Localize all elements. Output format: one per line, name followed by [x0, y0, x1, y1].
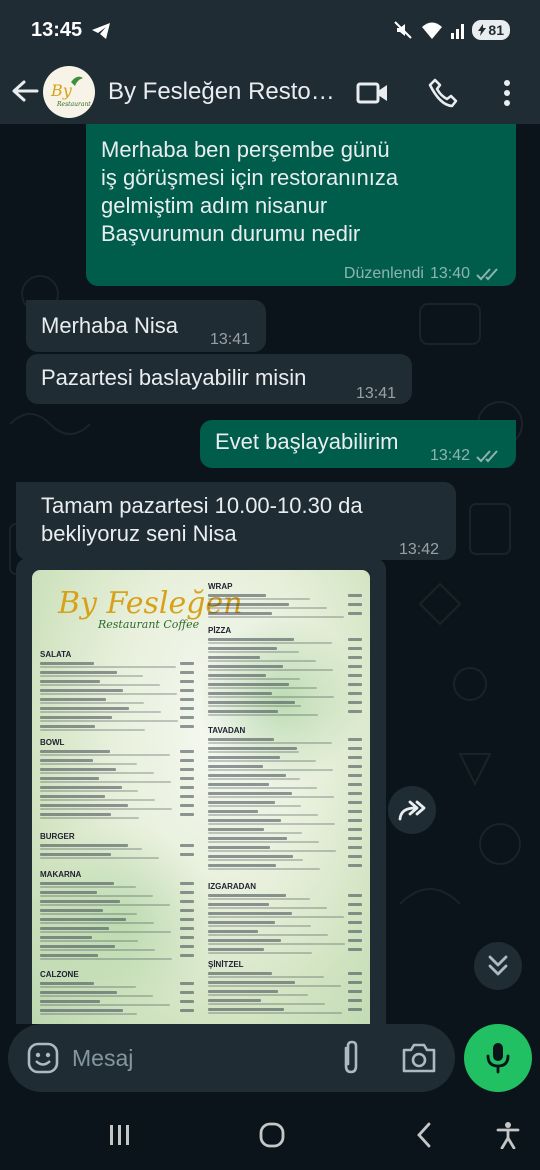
restaurant-logo-icon: ByRestaurant: [45, 68, 93, 116]
more-options-button[interactable]: [488, 74, 526, 112]
status-time: 13:45: [31, 19, 83, 41]
emoji-icon[interactable]: [26, 1041, 60, 1075]
battery-indicator: 81: [472, 20, 510, 40]
video-call-icon: [356, 82, 387, 104]
message-input[interactable]: [72, 1038, 312, 1078]
system-nav-bar: [0, 1100, 540, 1170]
home-icon: [259, 1122, 285, 1148]
double-chevron-down-icon: [488, 955, 508, 976]
menu-section-heading: CALZONE: [40, 970, 79, 979]
image-message[interactable]: By Fesleğen Restaurant Coffee SALATA BOWL…: [16, 558, 386, 1024]
menu-section-heading: BURGER: [40, 832, 75, 841]
contact-name[interactable]: By Fesleğen Resto…: [108, 78, 335, 106]
message-incoming[interactable]: Merhaba Nisa 13:41: [26, 300, 266, 352]
scroll-to-bottom-button[interactable]: [474, 942, 522, 990]
message-meta: 13:41: [210, 326, 250, 354]
message-text: Pazartesi baslayabilir misin: [41, 365, 307, 390]
arrow-left-icon: [12, 80, 39, 102]
menu-section-heading: TAVADAN: [208, 726, 246, 735]
home-button[interactable]: [254, 1118, 290, 1152]
message-text: Merhaba ben perşembe günü iş görüşmesi i…: [101, 137, 399, 246]
voice-message-button[interactable]: [464, 1024, 532, 1092]
microphone-icon: [486, 1043, 510, 1074]
message-input-box[interactable]: [8, 1024, 455, 1092]
menu-image[interactable]: By Fesleğen Restaurant Coffee SALATA BOWL…: [32, 570, 370, 1024]
double-check-icon: [476, 450, 498, 463]
mute-icon: [394, 21, 413, 39]
menu-section-heading: PİZZA: [208, 626, 232, 635]
chat-area[interactable]: Merhaba ben perşembe günü iş görüşmesi i…: [0, 124, 540, 1024]
chat-header: By Restaurant By Fesleğen Resto…: [0, 62, 540, 124]
message-text: Tamam pazartesi 10.00-10.30 da bekliyoru…: [41, 493, 363, 546]
message-meta: 13:41: [356, 380, 396, 408]
svg-text:By: By: [50, 81, 73, 100]
bolt-icon: [478, 24, 487, 36]
signal-icon: [451, 24, 465, 39]
recents-icon: [110, 1125, 129, 1145]
recent-apps-button[interactable]: [102, 1118, 138, 1152]
message-time: 13:42: [429, 447, 470, 464]
message-incoming[interactable]: Tamam pazartesi 10.00-10.30 da bekliyoru…: [16, 482, 456, 560]
attach-icon[interactable]: [334, 1040, 368, 1076]
back-nav-button[interactable]: [406, 1118, 442, 1152]
message-outgoing[interactable]: Merhaba ben perşembe günü iş görüşmesi i…: [86, 124, 516, 286]
camera-icon[interactable]: [400, 1040, 438, 1076]
double-check-icon: [476, 268, 498, 281]
svg-text:Restaurant: Restaurant: [56, 101, 91, 108]
status-icons: 81: [393, 20, 510, 40]
message-time: 13:41: [356, 385, 397, 402]
forward-icon: [398, 800, 426, 821]
menu-section-heading: SALATA: [40, 650, 72, 659]
menu-section-heading: BOWL: [40, 738, 65, 747]
message-text: Merhaba Nisa: [41, 313, 178, 338]
wifi-icon: [422, 22, 443, 39]
message-meta: 13:42: [399, 536, 439, 564]
message-time: 13:42: [399, 541, 440, 558]
menu-section-heading: MAKARNA: [40, 870, 82, 879]
back-button[interactable]: [10, 76, 40, 106]
edited-label: Düzenlendi: [343, 265, 424, 282]
menu-section-heading: WRAP: [208, 582, 233, 591]
menu-section-heading: IZGARADAN: [208, 882, 256, 891]
battery-level: 81: [488, 22, 504, 38]
forward-button[interactable]: [388, 786, 436, 834]
message-time: 13:40: [429, 265, 470, 282]
menu-section-heading: ŞİNİTZEL: [208, 960, 244, 969]
phone-icon: [428, 78, 458, 108]
message-meta: Düzenlendi 13:40: [344, 260, 502, 288]
chevron-left-icon: [417, 1122, 431, 1148]
message-text: Evet başlayabilirim: [215, 429, 399, 454]
status-bar: 13:45 81: [0, 0, 540, 62]
menu-logo-sub: Restaurant Coffee: [98, 618, 200, 631]
voice-call-button[interactable]: [424, 74, 462, 112]
message-time: 13:41: [210, 331, 251, 348]
avatar[interactable]: By Restaurant: [43, 66, 95, 118]
message-outgoing[interactable]: Evet başlayabilirim 13:42: [200, 420, 516, 468]
more-vert-icon: [504, 80, 510, 106]
video-call-button[interactable]: [354, 74, 392, 112]
accessibility-icon: [496, 1122, 520, 1149]
composer: [0, 1024, 540, 1100]
telegram-icon: [92, 23, 110, 39]
message-meta: 13:42: [430, 442, 502, 470]
accessibility-button[interactable]: [490, 1118, 526, 1152]
message-incoming[interactable]: Pazartesi baslayabilir misin 13:41: [26, 354, 412, 404]
